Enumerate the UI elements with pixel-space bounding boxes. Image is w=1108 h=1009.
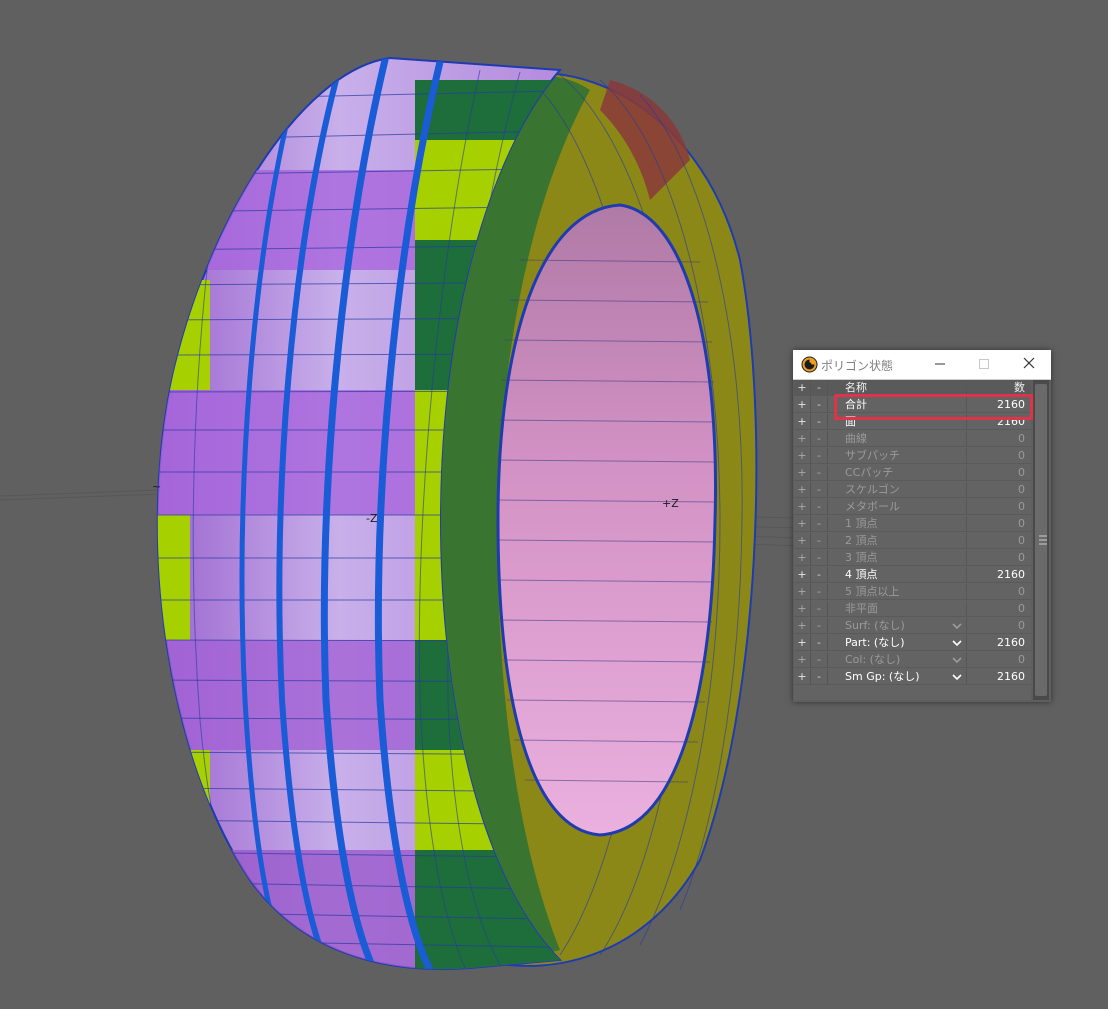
row-name: メタボール: [845, 500, 900, 513]
row-name: Col: (なし): [845, 653, 901, 666]
maximize-icon[interactable]: [973, 354, 995, 374]
row-count: 0: [966, 601, 1025, 617]
list-item[interactable]: + - Part: (なし) 2160: [794, 635, 1031, 651]
row-remove-button[interactable]: -: [811, 669, 828, 685]
chevron-down-icon[interactable]: [952, 621, 962, 631]
chevron-down-icon[interactable]: [952, 638, 962, 648]
row-add-button[interactable]: +: [794, 431, 811, 447]
row-remove-button[interactable]: -: [811, 465, 828, 481]
list-item[interactable]: + - Col: (なし) 0: [794, 652, 1031, 668]
row-remove-button[interactable]: -: [811, 550, 828, 566]
panel-title: ポリゴン状態: [821, 359, 894, 373]
list-item[interactable]: + - Sm Gp: (なし) 2160: [794, 669, 1031, 685]
row-remove-button[interactable]: -: [811, 516, 828, 532]
row-count: 0: [966, 448, 1025, 464]
row-name: 5 頂点以上: [845, 585, 900, 598]
row-count: 0: [966, 431, 1025, 447]
row-remove-button[interactable]: -: [811, 635, 828, 651]
row-remove-button[interactable]: -: [811, 499, 828, 515]
row-name: CCパッチ: [845, 466, 894, 479]
minimize-icon[interactable]: [929, 354, 951, 374]
axis-label-neg-z: -Z: [366, 512, 378, 525]
polygon-stats-list: + - 名称 数 + - 合計 2160 + - 面 2160 + - 曲線 0 + - サブパッチ 0 + - C…: [794, 380, 1031, 700]
row-name: スケルゴン: [845, 483, 900, 496]
list-item[interactable]: + - メタボール 0: [794, 499, 1031, 515]
row-count: 0: [966, 465, 1025, 481]
scroll-grip-icon: [1039, 535, 1047, 545]
row-count: 0: [966, 516, 1025, 532]
list-item[interactable]: + - 曲線 0: [794, 431, 1031, 447]
row-add-button[interactable]: +: [794, 584, 811, 600]
list-item[interactable]: + - 5 頂点以上 0: [794, 584, 1031, 600]
header-plus[interactable]: +: [794, 380, 811, 396]
row-remove-button[interactable]: -: [811, 448, 828, 464]
row-add-button[interactable]: +: [794, 448, 811, 464]
row-remove-button[interactable]: -: [811, 482, 828, 498]
chevron-down-icon[interactable]: [952, 672, 962, 682]
list-item[interactable]: + - 2 頂点 0: [794, 533, 1031, 549]
scroll-thumb[interactable]: [1035, 384, 1047, 696]
row-add-button[interactable]: +: [794, 533, 811, 549]
list-item[interactable]: + - スケルゴン 0: [794, 482, 1031, 498]
row-remove-button[interactable]: -: [811, 397, 828, 413]
row-name: 2 頂点: [845, 534, 878, 547]
row-count: 0: [966, 533, 1025, 549]
panel-scrollbar[interactable]: [1033, 380, 1049, 700]
row-remove-button[interactable]: -: [811, 601, 828, 617]
row-add-button[interactable]: +: [794, 550, 811, 566]
panel-titlebar[interactable]: ポリゴン状態: [793, 350, 1051, 380]
row-name: Surf: (なし): [845, 619, 905, 632]
row-name: Sm Gp: (なし): [845, 670, 920, 683]
header-minus[interactable]: -: [811, 380, 828, 396]
row-name: 4 頂点: [845, 568, 878, 581]
row-add-button[interactable]: +: [794, 652, 811, 668]
row-remove-button[interactable]: -: [811, 533, 828, 549]
row-name: 3 頂点: [845, 551, 878, 564]
row-add-button[interactable]: +: [794, 601, 811, 617]
row-count: 2160: [966, 669, 1025, 685]
row-name: 曲線: [845, 432, 867, 445]
list-item[interactable]: + - 1 頂点 0: [794, 516, 1031, 532]
row-remove-button[interactable]: -: [811, 567, 828, 583]
row-add-button[interactable]: +: [794, 482, 811, 498]
row-name: 1 頂点: [845, 517, 878, 530]
row-remove-button[interactable]: -: [811, 652, 828, 668]
row-add-button[interactable]: +: [794, 618, 811, 634]
close-icon[interactable]: [1018, 354, 1040, 374]
row-count: 2160: [966, 567, 1025, 583]
list-item[interactable]: + - CCパッチ 0: [794, 465, 1031, 481]
row-add-button[interactable]: +: [794, 669, 811, 685]
row-count: 0: [966, 499, 1025, 515]
list-item[interactable]: + - サブパッチ 0: [794, 448, 1031, 464]
row-count: 0: [966, 618, 1025, 634]
axis-label-pos-z: +Z: [662, 497, 679, 510]
chevron-down-icon[interactable]: [952, 655, 962, 665]
list-item[interactable]: + - Surf: (なし) 0: [794, 618, 1031, 634]
row-add-button[interactable]: +: [794, 397, 811, 413]
lightwave-icon: [801, 356, 818, 373]
row-add-button[interactable]: +: [794, 499, 811, 515]
list-item[interactable]: + - 3 頂点 0: [794, 550, 1031, 566]
row-remove-button[interactable]: -: [811, 584, 828, 600]
row-remove-button[interactable]: -: [811, 618, 828, 634]
row-add-button[interactable]: +: [794, 516, 811, 532]
list-item[interactable]: + - 4 頂点 2160: [794, 567, 1031, 583]
row-count: 0: [966, 584, 1025, 600]
list-item[interactable]: + - 非平面 0: [794, 601, 1031, 617]
row-count: 0: [966, 482, 1025, 498]
row-add-button[interactable]: +: [794, 414, 811, 430]
row-count: 2160: [966, 635, 1025, 651]
row-count: 0: [966, 550, 1025, 566]
row-remove-button[interactable]: -: [811, 431, 828, 447]
row-remove-button[interactable]: -: [811, 414, 828, 430]
row-add-button[interactable]: +: [794, 635, 811, 651]
row-name: サブパッチ: [845, 449, 900, 462]
row-name: 非平面: [845, 602, 878, 615]
row-name: Part: (なし): [845, 636, 905, 649]
row-count: 0: [966, 652, 1025, 668]
row-add-button[interactable]: +: [794, 465, 811, 481]
axis-label-left: ~: [152, 480, 162, 493]
row-add-button[interactable]: +: [794, 567, 811, 583]
highlight-box: [834, 394, 1033, 420]
